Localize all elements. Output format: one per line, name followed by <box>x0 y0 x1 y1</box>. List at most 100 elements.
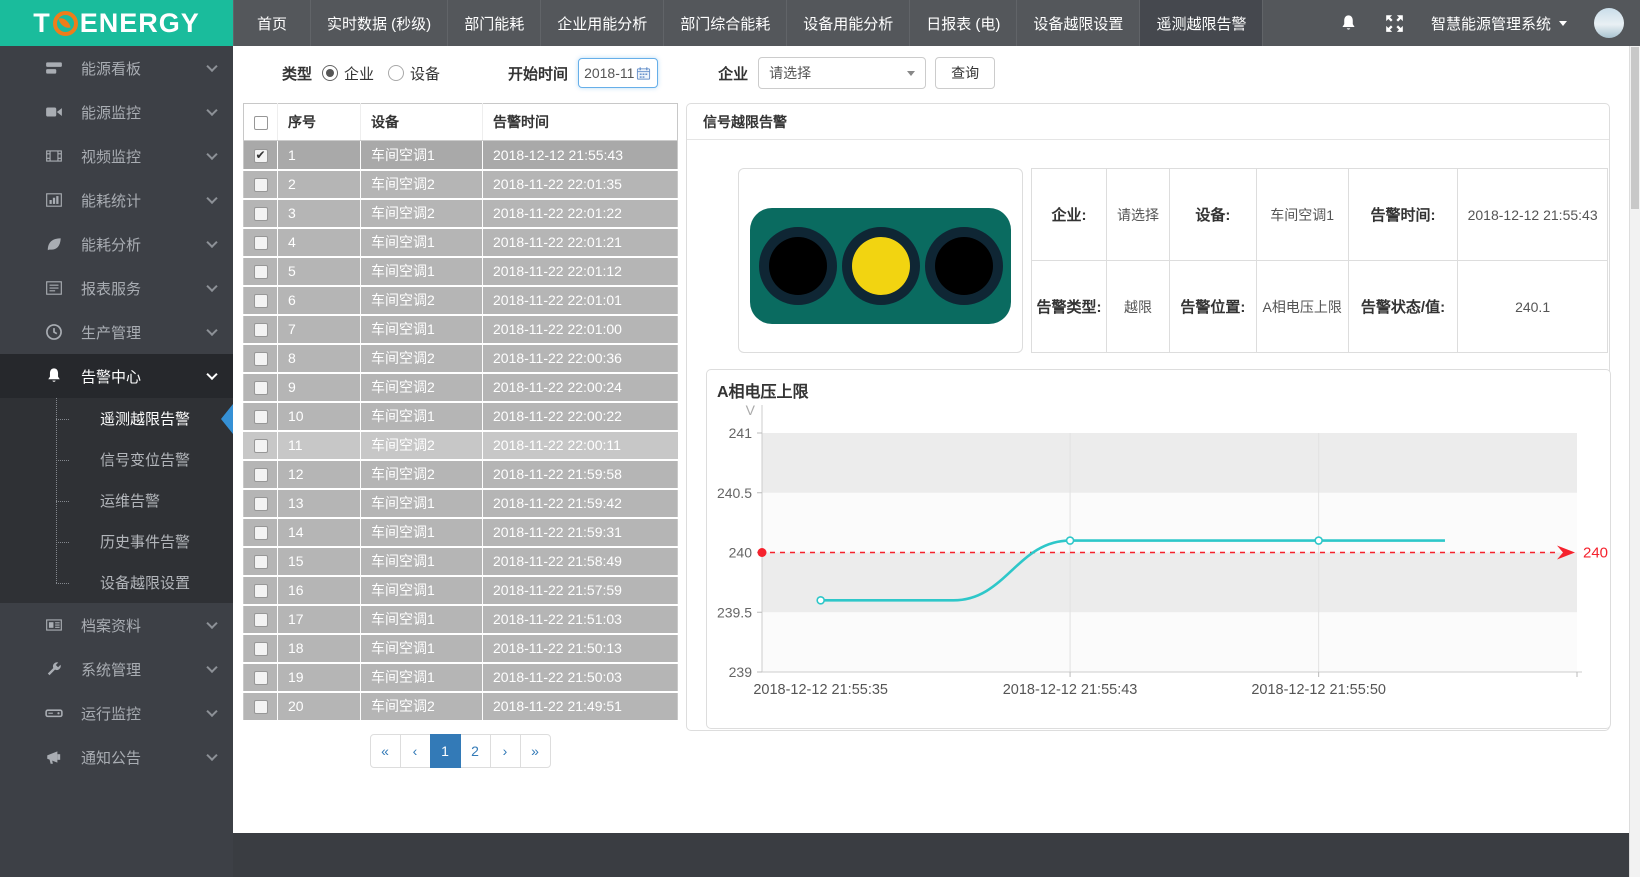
row-checkbox[interactable] <box>254 584 268 598</box>
sidebar-subitem-ops-alarm[interactable]: 运维告警 <box>0 480 233 521</box>
table-row[interactable]: 13 车间空调1 2018-11-22 21:59:42 <box>244 489 678 518</box>
table-row[interactable]: 14 车间空调1 2018-11-22 21:59:31 <box>244 518 678 547</box>
sidebar-item-energy-board[interactable]: 能源看板 <box>0 46 233 90</box>
row-checkbox[interactable] <box>254 700 268 714</box>
calendar-icon[interactable] <box>636 66 651 81</box>
nav-item-dept-energy[interactable]: 部门能耗 <box>447 0 540 46</box>
row-checkbox[interactable] <box>254 381 268 395</box>
nav-item-daily-report-electric[interactable]: 日报表 (电) <box>909 0 1016 46</box>
row-checkbox[interactable] <box>254 352 268 366</box>
system-title-menu[interactable]: 智慧能源管理系统 <box>1431 13 1567 34</box>
table-row[interactable]: 6 车间空调2 2018-11-22 22:01:01 <box>244 286 678 315</box>
nav-item-device-energy-analysis[interactable]: 设备用能分析 <box>786 0 909 46</box>
logo-text-prefix: T <box>33 8 51 39</box>
table-row[interactable]: 5 车间空调1 2018-11-22 22:01:12 <box>244 257 678 286</box>
table-row[interactable]: 18 车间空调1 2018-11-22 21:50:13 <box>244 634 678 663</box>
page-button-5[interactable]: » <box>520 734 551 768</box>
table-row[interactable]: 16 车间空调1 2018-11-22 21:57:59 <box>244 576 678 605</box>
row-checkbox[interactable] <box>254 439 268 453</box>
app-logo[interactable]: T ENERGY <box>0 0 233 46</box>
fullscreen-icon[interactable] <box>1385 14 1404 33</box>
sidebar-subitem-device-limit-setting[interactable]: 设备越限设置 <box>0 562 233 603</box>
nav-item-dept-comprehensive-energy[interactable]: 部门综合能耗 <box>663 0 786 46</box>
row-checkbox[interactable] <box>254 613 268 627</box>
start-time-field[interactable] <box>578 58 658 88</box>
sidebar-subitem-history-event-alarm[interactable]: 历史事件告警 <box>0 521 233 562</box>
page-button-3[interactable]: 2 <box>460 734 491 768</box>
table-row[interactable]: 1 车间空调1 2018-12-12 21:55:43 <box>244 141 678 170</box>
chevron-down-icon <box>206 706 217 717</box>
cell-no: 10 <box>278 402 361 431</box>
nav-item-realtime-data[interactable]: 实时数据 (秒级) <box>310 0 447 46</box>
enterprise-select[interactable]: 请选择 <box>758 57 926 89</box>
row-checkbox[interactable] <box>254 468 268 482</box>
table-row[interactable]: 10 车间空调1 2018-11-22 22:00:22 <box>244 402 678 431</box>
sidebar-item-energy-stats[interactable]: 能耗统计 <box>0 178 233 222</box>
row-checkbox[interactable] <box>254 323 268 337</box>
table-row[interactable]: 9 车间空调2 2018-11-22 22:00:24 <box>244 373 678 402</box>
query-button[interactable]: 查询 <box>935 57 995 89</box>
sidebar-item-alarm-center[interactable]: 告警中心 <box>0 354 233 398</box>
type-radio-1[interactable]: 设备 <box>388 63 440 84</box>
cell-no: 11 <box>278 431 361 460</box>
avatar[interactable] <box>1594 8 1624 38</box>
table-row[interactable]: 20 车间空调2 2018-11-22 21:49:51 <box>244 692 678 721</box>
select-all-checkbox[interactable] <box>254 116 268 130</box>
nav-item-enterprise-energy-analysis[interactable]: 企业用能分析 <box>540 0 663 46</box>
cell-no: 9 <box>278 373 361 402</box>
radio-selected-icon[interactable] <box>322 65 338 81</box>
row-checkbox[interactable] <box>254 555 268 569</box>
table-row[interactable]: 19 车间空调1 2018-11-22 21:50:03 <box>244 663 678 692</box>
sidebar-item-operation-monitor[interactable]: 运行监控 <box>0 691 233 735</box>
table-row[interactable]: 17 车间空调1 2018-11-22 21:51:03 <box>244 605 678 634</box>
table-row[interactable]: 4 车间空调1 2018-11-22 22:01:21 <box>244 228 678 257</box>
sidebar-subitem-telemetry-limit-alarm[interactable]: 遥测越限告警 <box>0 398 233 439</box>
chevron-down-icon <box>206 193 217 204</box>
sidebar-item-energy-monitor[interactable]: 能源监控 <box>0 90 233 134</box>
row-checkbox[interactable] <box>254 265 268 279</box>
notifications-bell-icon[interactable] <box>1339 14 1358 33</box>
sidebar-item-label: 能耗分析 <box>81 234 141 255</box>
nav-item-home[interactable]: 首页 <box>233 0 310 46</box>
row-checkbox[interactable] <box>254 410 268 424</box>
sidebar-item-archives[interactable]: 档案资料 <box>0 603 233 647</box>
table-row[interactable]: 15 车间空调1 2018-11-22 21:58:49 <box>244 547 678 576</box>
sidebar-item-video-monitor[interactable]: 视频监控 <box>0 134 233 178</box>
row-checkbox[interactable] <box>254 671 268 685</box>
row-checkbox[interactable] <box>254 149 268 163</box>
row-checkbox[interactable] <box>254 526 268 540</box>
sidebar-item-system-mgmt[interactable]: 系统管理 <box>0 647 233 691</box>
sidebar-subitem-signal-change-alarm[interactable]: 信号变位告警 <box>0 439 233 480</box>
sidebar-item-energy-analysis[interactable]: 能耗分析 <box>0 222 233 266</box>
kanban-icon <box>45 59 63 77</box>
row-checkbox[interactable] <box>254 178 268 192</box>
page-button-0[interactable]: « <box>370 734 401 768</box>
info-label: 设备: <box>1170 169 1256 261</box>
page-button-4[interactable]: › <box>490 734 521 768</box>
page-button-1[interactable]: ‹ <box>400 734 431 768</box>
row-checkbox[interactable] <box>254 207 268 221</box>
table-row[interactable]: 8 车间空调2 2018-11-22 22:00:36 <box>244 344 678 373</box>
scrollbar[interactable] <box>1629 46 1640 877</box>
nav-item-device-limit-setting[interactable]: 设备越限设置 <box>1016 0 1139 46</box>
table-row[interactable]: 11 车间空调2 2018-11-22 22:00:11 <box>244 431 678 460</box>
type-radio-0[interactable]: 企业 <box>322 63 374 84</box>
row-checkbox[interactable] <box>254 236 268 250</box>
topbar-right: 智慧能源管理系统 <box>1339 0 1640 46</box>
row-checkbox[interactable] <box>254 497 268 511</box>
col-header: 设备 <box>361 104 483 141</box>
scrollbar-thumb[interactable] <box>1631 47 1639 209</box>
table-row[interactable]: 2 车间空调2 2018-11-22 22:01:35 <box>244 170 678 199</box>
table-row[interactable]: 7 车间空调1 2018-11-22 22:01:00 <box>244 315 678 344</box>
table-row[interactable]: 3 车间空调2 2018-11-22 22:01:22 <box>244 199 678 228</box>
start-time-input[interactable] <box>584 65 636 81</box>
row-checkbox[interactable] <box>254 642 268 656</box>
table-row[interactable]: 12 车间空调2 2018-11-22 21:59:58 <box>244 460 678 489</box>
sidebar-item-report-service[interactable]: 报表服务 <box>0 266 233 310</box>
radio-unselected-icon[interactable] <box>388 65 404 81</box>
page-button-2[interactable]: 1 <box>430 734 461 768</box>
row-checkbox[interactable] <box>254 294 268 308</box>
sidebar-item-production-mgmt[interactable]: 生产管理 <box>0 310 233 354</box>
sidebar-item-notices[interactable]: 通知公告 <box>0 735 233 779</box>
nav-item-telemetry-limit-alarm[interactable]: 遥测越限告警 <box>1139 0 1263 46</box>
